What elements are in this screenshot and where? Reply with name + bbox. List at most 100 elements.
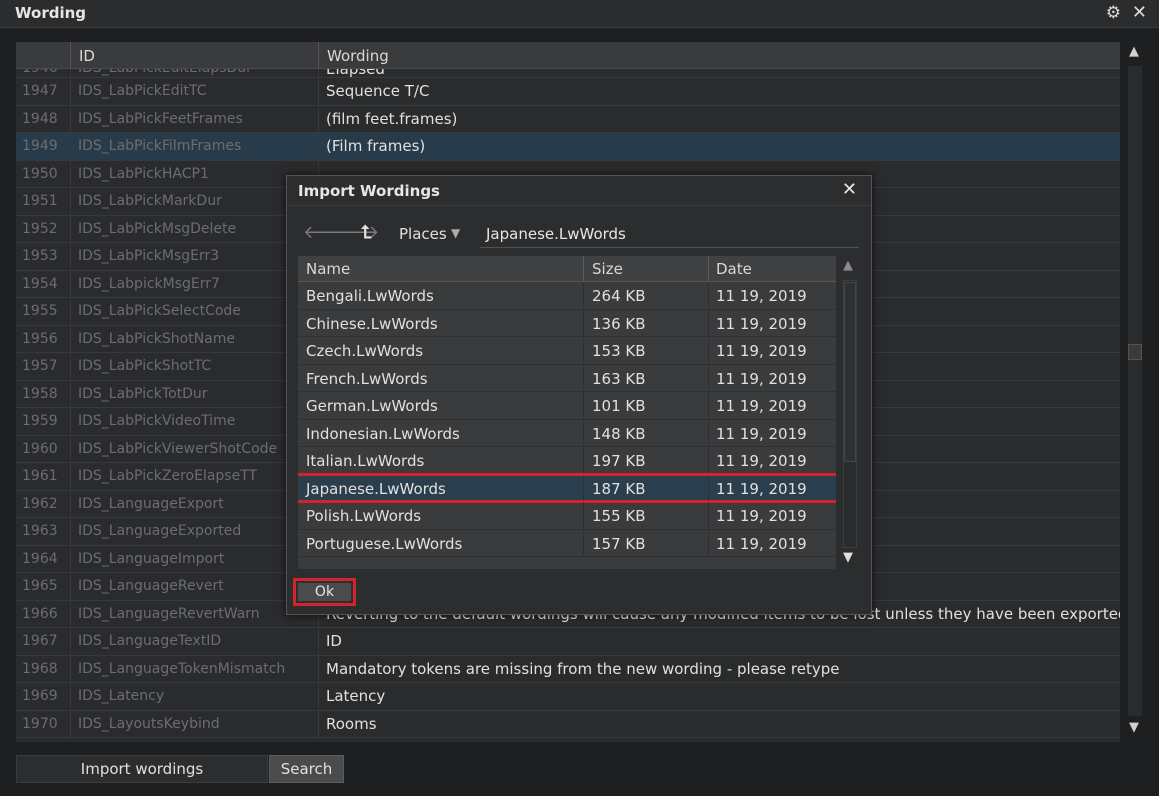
folder-up-icon[interactable]: ⮤ — [361, 222, 372, 243]
file-date: 11 19, 2019 — [716, 314, 807, 333]
row-id: IDS_LanguageRevertWarn — [78, 605, 260, 622]
cell-divider — [70, 628, 71, 655]
search-button[interactable]: Search — [269, 755, 344, 783]
cell-divider — [318, 710, 319, 737]
row-wording: Mandatory tokens are missing from the ne… — [326, 659, 840, 678]
scroll-down-icon[interactable]: ▼ — [843, 550, 853, 565]
arrow-right-icon[interactable]: 🡒 — [331, 222, 379, 243]
column-header-name[interactable]: Name — [306, 260, 350, 278]
window-title: Wording — [15, 4, 87, 22]
scroll-track[interactable] — [1128, 66, 1142, 716]
cell-divider — [708, 447, 709, 474]
row-number: 1965 — [22, 578, 58, 594]
path-field[interactable]: Japanese.LwWords — [480, 222, 859, 248]
scroll-down-icon[interactable]: ▼ — [1129, 720, 1139, 735]
close-icon[interactable]: ✕ — [842, 179, 857, 200]
row-number: 1959 — [22, 413, 58, 429]
scroll-thumb[interactable] — [844, 282, 856, 462]
cell-divider — [70, 69, 71, 77]
file-size: 101 KB — [592, 397, 646, 415]
cell-divider — [318, 683, 319, 710]
cell-divider — [708, 364, 709, 391]
row-id: IDS_LabPickFeetFrames — [78, 110, 243, 127]
cell-divider — [70, 545, 71, 572]
column-header-wording[interactable]: Wording — [318, 42, 1120, 69]
file-name: Italian.LwWords — [306, 452, 425, 470]
file-date: 11 19, 2019 — [716, 452, 807, 470]
file-size: 187 KB — [592, 479, 646, 498]
cell-divider — [318, 78, 319, 105]
table-row[interactable]: 1948 IDS_LabPickFeetFrames (film feet.fram… — [16, 105, 1120, 133]
file-row[interactable]: Indonesian.LwWords 148 KB 11 19, 2019 — [298, 419, 836, 447]
row-number: 1956 — [22, 330, 58, 347]
file-date: 11 19, 2019 — [716, 342, 807, 360]
table-scrollbar[interactable]: ▲ ▼ — [1126, 42, 1144, 742]
row-id: IDS_LabpickMsgErr7 — [78, 275, 220, 292]
close-icon[interactable]: ✕ — [1132, 2, 1147, 23]
file-name: French.LwWords — [306, 369, 428, 388]
row-number: 1948 — [22, 110, 58, 127]
row-number: 1967 — [22, 633, 58, 649]
table-row[interactable]: 1969 IDS_Latency Latency — [16, 683, 1120, 711]
row-number: 1968 — [22, 660, 58, 677]
cell-divider — [583, 474, 584, 501]
cell-divider — [70, 133, 71, 160]
column-header-size[interactable]: Size — [592, 260, 623, 278]
file-row[interactable]: Polish.LwWords 155 KB 11 19, 2019 — [298, 502, 836, 530]
cell-divider — [583, 529, 584, 556]
cell-divider — [70, 298, 71, 325]
row-id: IDS_LanguageImport — [78, 550, 225, 567]
cell-divider — [583, 309, 584, 336]
column-header-date[interactable]: Date — [716, 260, 752, 278]
file-name: Bengali.LwWords — [306, 287, 434, 305]
table-row[interactable]: 1946 IDS_LabPickEditElapsDur Elapsed — [16, 69, 1120, 78]
table-row[interactable]: 1968 IDS_LanguageTokenMismatch Mandatory t… — [16, 655, 1120, 683]
file-name: Polish.LwWords — [306, 507, 422, 525]
file-row[interactable]: Italian.LwWords 197 KB 11 19, 2019 — [298, 447, 836, 475]
ok-button[interactable]: Ok — [298, 583, 351, 601]
table-row[interactable]: 1949 IDS_LabPickFilmFrames (Film frames) — [16, 133, 1120, 161]
file-row[interactable]: Japanese.LwWords 187 KB 11 19, 2019 — [298, 472, 836, 502]
cell-divider — [318, 105, 319, 132]
row-number: 1960 — [22, 440, 58, 457]
table-row[interactable]: 1947 IDS_LabPickEditTC Sequence T/C — [16, 78, 1120, 106]
table-row[interactable]: 1967 IDS_LanguageTextID ID — [16, 628, 1120, 656]
cell-divider — [318, 655, 319, 682]
places-dropdown[interactable]: Places — [399, 225, 447, 243]
cell-divider — [70, 105, 71, 132]
row-number: 1954 — [22, 275, 58, 292]
row-id: IDS_LabPickFilmFrames — [78, 138, 242, 154]
cell-divider — [318, 628, 319, 655]
file-size: 136 KB — [592, 314, 646, 333]
scroll-thumb[interactable] — [1128, 344, 1142, 360]
import-wordings-button[interactable]: Import wordings — [16, 755, 268, 783]
row-wording: ID — [326, 632, 342, 650]
cell-divider — [70, 408, 71, 435]
row-id: IDS_LayoutsKeybind — [78, 715, 220, 732]
gear-icon[interactable]: ⚙ — [1106, 3, 1121, 23]
row-id: IDS_LabPickMarkDur — [78, 193, 222, 209]
cell-divider — [583, 502, 584, 529]
scroll-up-icon[interactable]: ▲ — [843, 258, 853, 273]
cell-divider — [70, 655, 71, 682]
row-number: 1961 — [22, 468, 58, 484]
cell-divider — [70, 683, 71, 710]
file-row[interactable]: Bengali.LwWords 264 KB 11 19, 2019 — [298, 282, 836, 310]
chevron-down-icon[interactable]: ▼ — [451, 226, 460, 240]
file-row[interactable]: German.LwWords 101 KB 11 19, 2019 — [298, 392, 836, 420]
row-number: 1962 — [22, 495, 58, 512]
file-list-scrollbar[interactable]: ▲ ▼ — [841, 258, 859, 569]
cell-divider — [70, 78, 71, 105]
table-row[interactable]: 1970 IDS_LayoutsKeybind Rooms — [16, 710, 1120, 738]
row-id: IDS_LabPickVideoTime — [78, 413, 236, 429]
file-row[interactable]: Chinese.LwWords 136 KB 11 19, 2019 — [298, 309, 836, 337]
scroll-up-icon[interactable]: ▲ — [1129, 44, 1139, 59]
row-wording: (film feet.frames) — [326, 109, 458, 128]
file-row[interactable]: French.LwWords 163 KB 11 19, 2019 — [298, 364, 836, 392]
cell-divider — [708, 419, 709, 446]
file-row[interactable]: Czech.LwWords 153 KB 11 19, 2019 — [298, 337, 836, 365]
file-rows: Bengali.LwWords 264 KB 11 19, 2019 Chinese.… — [298, 282, 836, 557]
row-wording: Sequence T/C — [326, 82, 430, 100]
column-header-id[interactable]: ID — [70, 42, 318, 69]
file-row[interactable]: Portuguese.LwWords 157 KB 11 19, 2019 — [298, 529, 836, 557]
